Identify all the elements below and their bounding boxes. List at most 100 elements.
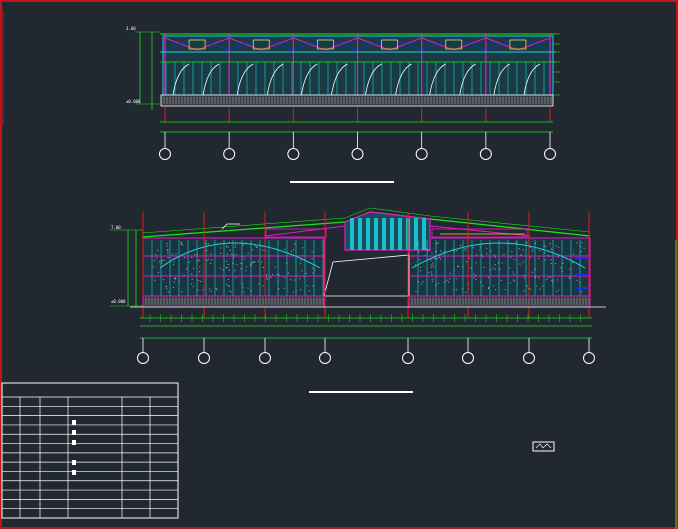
glazing-speck: [292, 249, 294, 251]
glazing-speck: [512, 271, 514, 273]
glazing-speck: [486, 247, 488, 249]
glazing-speck: [530, 288, 532, 290]
glazing-speck: [453, 250, 455, 252]
glazing-speck: [197, 280, 199, 282]
glazing-speck: [440, 250, 442, 252]
glazing-speck: [229, 249, 231, 251]
glazing-speck: [513, 259, 515, 261]
glazing-speck: [468, 257, 470, 259]
glazing-speck: [539, 288, 541, 290]
glazing-speck: [210, 253, 212, 255]
glazing-speck: [449, 273, 451, 275]
glazing-speck: [420, 283, 422, 285]
glazing-speck: [530, 246, 532, 248]
glazing-speck: [250, 290, 252, 292]
glazing-speck: [440, 258, 442, 260]
glazing-speck: [206, 259, 208, 261]
glazing-speck: [157, 272, 159, 274]
detail-symbol-mark: [535, 443, 552, 449]
glazing-speck: [461, 266, 463, 268]
glazing-speck: [161, 260, 163, 262]
glazing-speck: [557, 256, 559, 258]
glazing-speck: [173, 261, 175, 263]
glazing-speck: [435, 257, 437, 259]
glazing-speck: [579, 281, 581, 283]
glazing-speck: [191, 278, 193, 280]
glazing-speck: [250, 264, 252, 266]
glazing-speck: [457, 266, 459, 268]
glazing-speck: [240, 263, 242, 265]
glazing-speck: [166, 245, 168, 247]
glazing-speck: [165, 286, 167, 288]
glazing-speck: [534, 268, 536, 270]
glazing-speck: [419, 270, 421, 272]
glazing-speck: [157, 249, 159, 251]
glazing-speck: [277, 274, 279, 276]
top-axis-bubble: [159, 148, 171, 160]
glazing-speck: [180, 242, 182, 244]
glazing-speck: [449, 278, 451, 280]
cad-drawing-canvas: [0, 0, 678, 529]
glazing-speck: [552, 279, 554, 281]
top-axis-bubble: [351, 148, 364, 160]
glazing-speck: [524, 277, 526, 279]
glazing-speck: [215, 288, 217, 290]
glazing-speck: [464, 249, 466, 251]
right-roof-lantern: [431, 228, 528, 238]
glazing-speck: [430, 264, 432, 266]
top-axis-bubble: [479, 148, 492, 160]
glazing-speck: [274, 266, 276, 268]
glazing-speck: [233, 254, 235, 256]
glazing-speck: [555, 245, 557, 247]
glazing-speck: [480, 254, 482, 256]
glazing-speck: [228, 285, 230, 287]
glazing-speck: [464, 248, 466, 250]
glazing-speck: [562, 262, 564, 264]
top-axis-bubble: [287, 148, 300, 160]
glazing-speck: [573, 253, 575, 255]
glazing-speck: [225, 266, 227, 268]
glazing-speck: [300, 259, 302, 261]
glazing-speck: [173, 281, 175, 283]
glazing-speck: [277, 281, 279, 283]
glazing-speck: [503, 253, 505, 255]
glazing-speck: [245, 270, 247, 272]
glazing-speck: [286, 262, 288, 264]
glazing-speck: [499, 268, 501, 270]
glazing-speck: [257, 260, 259, 262]
glazing-speck: [262, 249, 264, 251]
glazing-speck: [432, 264, 434, 266]
glazing-speck: [419, 259, 421, 261]
glazing-speck: [535, 276, 537, 278]
glazing-speck: [538, 257, 540, 259]
glazing-speck: [561, 270, 563, 272]
bottom-axis-bubble: [583, 352, 595, 364]
glazing-speck: [167, 249, 169, 251]
glazing-speck: [191, 256, 193, 258]
glazing-speck: [557, 246, 559, 248]
table-mark-3: [72, 440, 76, 445]
glazing-speck: [522, 261, 524, 263]
glazing-speck: [234, 246, 236, 248]
glazing-speck: [433, 266, 435, 268]
glazing-speck: [422, 281, 424, 283]
glazing-speck: [546, 278, 548, 280]
glazing-speck: [283, 287, 285, 289]
glazing-speck: [295, 290, 297, 292]
glazing-speck: [513, 274, 515, 276]
glazing-speck: [284, 277, 286, 279]
glazing-speck: [569, 268, 571, 270]
glazing-speck: [172, 286, 174, 288]
glazing-speck: [312, 285, 314, 287]
glazing-speck: [193, 268, 195, 270]
glazing-speck: [167, 257, 169, 259]
top-axis-bubble: [223, 148, 236, 160]
glazing-speck: [278, 288, 280, 290]
glazing-speck: [580, 250, 582, 252]
glazing-speck: [431, 273, 433, 275]
glazing-speck: [292, 291, 294, 293]
glazing-speck: [219, 267, 221, 269]
glazing-speck: [536, 285, 538, 287]
glazing-speck: [430, 266, 432, 268]
glazing-speck: [294, 243, 296, 245]
